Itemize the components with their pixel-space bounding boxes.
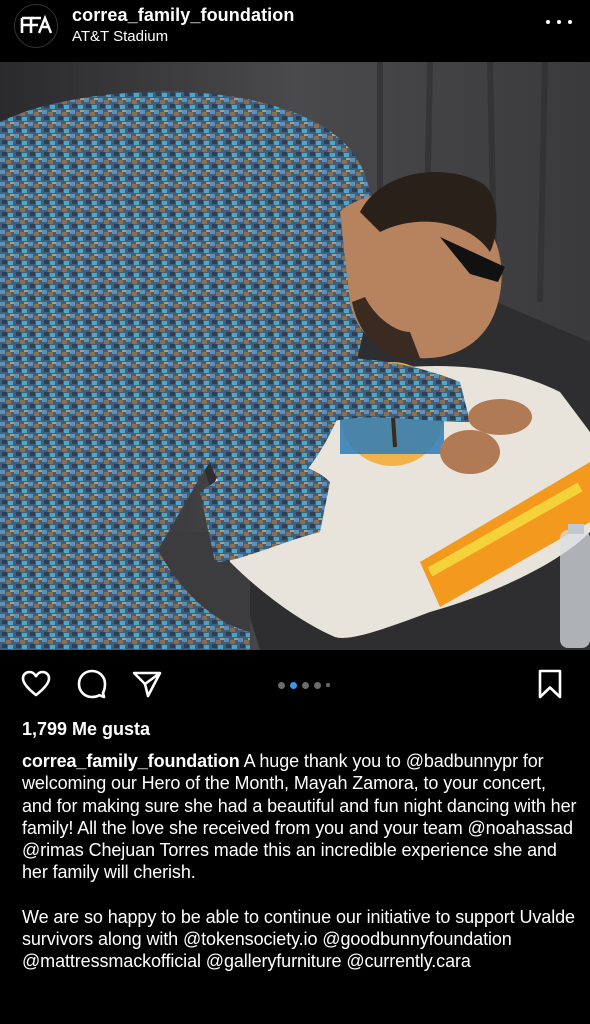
comment-icon[interactable] xyxy=(76,668,108,700)
carousel-indicator xyxy=(278,680,330,690)
post-photo[interactable] xyxy=(0,62,590,650)
caption-paragraph-1: correa_family_foundation A huge thank yo… xyxy=(22,750,578,884)
carousel-dot xyxy=(302,681,309,689)
foundation-logo-icon xyxy=(20,14,53,34)
heart-icon[interactable] xyxy=(20,668,52,700)
post-photo-illustration xyxy=(0,62,590,650)
avatar[interactable] xyxy=(14,4,58,48)
caption-author[interactable]: correa_family_foundation xyxy=(22,751,240,771)
post-location[interactable]: AT&T Stadium xyxy=(72,27,294,47)
user-block: correa_family_foundation AT&T Stadium xyxy=(72,4,294,47)
carousel-dot-active xyxy=(290,681,297,689)
likes-count[interactable]: 1,799 Me gusta xyxy=(22,718,150,740)
post-username[interactable]: correa_family_foundation xyxy=(72,4,294,26)
action-bar xyxy=(0,662,590,708)
carousel-dot xyxy=(278,681,285,689)
paper-plane-icon[interactable] xyxy=(131,668,163,700)
post-header: correa_family_foundation AT&T Stadium xyxy=(0,0,590,58)
bookmark-icon[interactable] xyxy=(534,668,566,700)
carousel-dot xyxy=(314,681,321,689)
post-caption: correa_family_foundation A huge thank yo… xyxy=(22,750,578,973)
carousel-dot xyxy=(326,683,330,687)
more-options-icon[interactable] xyxy=(546,12,572,32)
caption-text-2: We are so happy to be able to continue o… xyxy=(22,906,575,972)
